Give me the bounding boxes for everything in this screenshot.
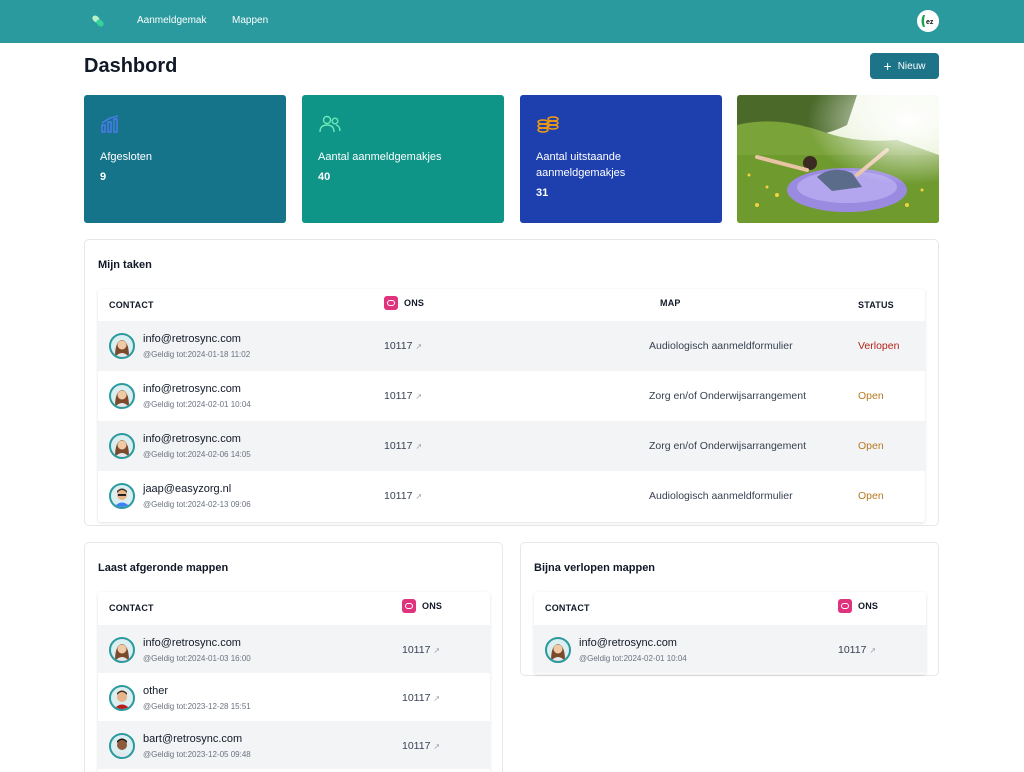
avatar-man [109,483,135,509]
column-header-ons[interactable]: ONS [838,599,878,613]
external-link-icon: ↗ [415,492,423,501]
external-link-icon: ↗ [415,342,423,351]
ons-link[interactable]: 10117 ↗ [402,644,440,656]
expiring-table: CONTACT ONS info@retrosync.com @Geldig t… [534,592,926,674]
stat-card-uitstaande[interactable]: Aantal uitstaande aanmeldgemakjes 31 [520,95,722,223]
leaf-logo-icon[interactable] [90,13,106,29]
stat-value: 40 [318,171,331,183]
ons-link[interactable]: 10117 ↗ [384,340,422,352]
contact-email[interactable]: jaap@easyzorg.nl [143,483,231,495]
ons-link[interactable]: 10117 ↗ [384,490,422,502]
page-title: Dashbord [84,55,178,77]
expiring-panel: Bijna verlopen mappen CONTACT ONS info@r… [520,542,939,676]
table-row[interactable]: other @Geldig tot:2023-12-28 15:51 10117… [98,673,490,721]
external-link-icon: ↗ [415,392,423,401]
column-header-ons[interactable]: ONS [402,599,442,613]
ons-link[interactable]: 10117 ↗ [838,644,876,656]
svg-text:ez: ez [926,19,934,26]
users-icon [319,115,341,133]
avatar-woman [545,637,571,663]
valid-until: @Geldig tot:2024-02-01 10:04 [579,654,687,663]
status-badge: Verlopen [858,340,900,352]
avatar-woman [109,333,135,359]
tasks-title: Mijn taken [98,259,152,271]
contact-email[interactable]: info@retrosync.com [579,637,677,649]
plus-icon: + [883,58,892,74]
contact-email[interactable]: info@retrosync.com [143,333,241,345]
stat-value: 9 [100,171,107,183]
stat-label: Aantal uitstaande aanmeldgemakjes [536,151,626,179]
ons-link[interactable]: 10117 ↗ [384,390,422,402]
expiring-title: Bijna verlopen mappen [534,562,656,574]
map-name: Audiologisch aanmeldformulier [649,340,793,352]
external-link-icon: ↗ [433,694,441,703]
top-navigation: Aanmeldgemak Mappen ez [0,0,1024,43]
ons-link[interactable]: 10117 ↗ [402,740,440,752]
valid-until: @Geldig tot:2024-01-03 16:00 [143,654,251,663]
contact-email[interactable]: info@retrosync.com [143,637,241,649]
ons-link[interactable]: 10117 ↗ [384,440,422,452]
column-header-contact[interactable]: CONTACT [109,299,154,311]
contact-email[interactable]: bart@retrosync.com [143,733,242,745]
status-badge: Open [858,440,884,452]
ons-link[interactable]: 10117 ↗ [402,692,440,704]
table-row[interactable]: info@retrosync.com @Geldig tot:2024-02-0… [98,421,925,471]
tasks-panel: Mijn taken CONTACT ONS MAP STATUS info@r… [84,239,939,526]
column-header-contact[interactable]: CONTACT [545,602,590,614]
user-avatar[interactable]: ez [917,10,939,32]
nav-link-mappen[interactable]: Mappen [232,15,268,26]
chart-icon [101,115,119,133]
table-row[interactable]: jaap@easyzorg.nl @Geldig tot:2024-02-13 … [98,471,925,521]
tasks-table: CONTACT ONS MAP STATUS info@retrosync.co… [98,289,925,522]
completed-panel: Laast afgeronde mappen CONTACT ONS info@… [84,542,503,772]
stat-label: Aantal aanmeldgemakjes [318,151,442,163]
avatar-man [109,733,135,759]
contact-email[interactable]: info@retrosync.com [143,433,241,445]
status-badge: Open [858,490,884,502]
avatar-woman [109,637,135,663]
column-header-map[interactable]: MAP [660,297,681,309]
nav-link-aanmeldgemak[interactable]: Aanmeldgemak [137,15,206,26]
stat-card-aanmeldgemakjes[interactable]: Aantal aanmeldgemakjes 40 [302,95,504,223]
valid-until: @Geldig tot:2024-01-18 11:02 [143,350,251,359]
completed-table: CONTACT ONS info@retrosync.com @Geldig t… [98,592,490,772]
valid-until: @Geldig tot:2023-12-05 09:48 [143,750,251,759]
ons-icon [838,599,852,613]
valid-until: @Geldig tot:2024-02-13 09:06 [143,500,251,509]
valid-until: @Geldig tot:2024-02-06 14:05 [143,450,251,459]
table-row[interactable]: info@retrosync.com @Geldig tot:2024-01-1… [98,321,925,371]
column-header-status[interactable]: STATUS [858,299,894,311]
map-name: Zorg en/of Onderwijsarrangement [649,390,806,402]
table-row[interactable]: info@retrosync.com @Geldig tot:2024-02-0… [98,371,925,421]
coins-icon [537,116,559,133]
external-link-icon: ↗ [433,646,441,655]
stat-label: Afgesloten [100,151,152,163]
column-header-contact[interactable]: CONTACT [109,602,154,614]
external-link-icon: ↗ [869,646,877,655]
avatar-woman [109,383,135,409]
new-button[interactable]: + Nieuw [870,53,939,79]
valid-until: @Geldig tot:2024-02-01 10:04 [143,400,251,409]
status-badge: Open [858,390,884,402]
avatar-woman [109,433,135,459]
table-row[interactable]: info@retrosync.com @Geldig tot:2024-01-0… [98,625,490,673]
stat-card-afgesloten[interactable]: Afgesloten 9 [84,95,286,223]
external-link-icon: ↗ [415,442,423,451]
new-button-label: Nieuw [897,60,926,72]
table-row[interactable]: info@retrosync.com @Geldig tot:2024-02-0… [534,625,926,673]
map-name: Audiologisch aanmeldformulier [649,490,793,502]
external-link-icon: ↗ [433,742,441,751]
avatar-man [109,685,135,711]
ons-icon [384,296,398,310]
ons-icon [402,599,416,613]
valid-until: @Geldig tot:2023-12-28 15:51 [143,702,251,711]
table-row[interactable]: bart@retrosync.com @Geldig tot:2023-12-0… [98,721,490,769]
completed-title: Laast afgeronde mappen [98,562,229,574]
contact-email[interactable]: other [143,685,168,697]
hero-photo [737,95,939,223]
contact-email[interactable]: info@retrosync.com [143,383,241,395]
map-name: Zorg en/of Onderwijsarrangement [649,440,806,452]
stat-value: 31 [536,187,549,199]
column-header-ons[interactable]: ONS [384,296,424,310]
